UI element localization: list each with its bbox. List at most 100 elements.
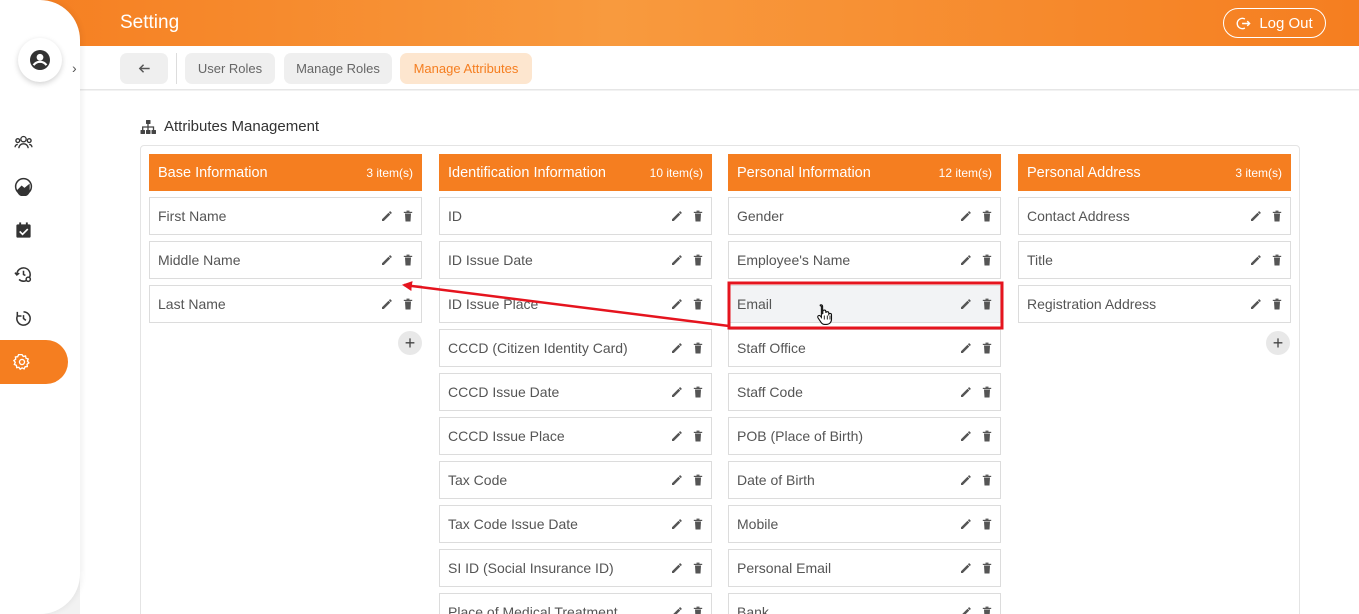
edit-icon[interactable] (960, 562, 972, 574)
attribute-item[interactable]: ID Issue Date (439, 241, 712, 279)
edit-icon[interactable] (960, 298, 972, 310)
edit-icon[interactable] (381, 298, 393, 310)
trash-icon[interactable] (692, 386, 704, 398)
attribute-item[interactable]: Last Name (149, 285, 422, 323)
nav-history-settings-icon[interactable] (12, 263, 34, 285)
attribute-item[interactable]: Staff Code (728, 373, 1001, 411)
edit-icon[interactable] (671, 518, 683, 530)
item-count: 10 item(s) (649, 165, 703, 180)
trash-icon[interactable] (402, 210, 414, 222)
trash-icon[interactable] (692, 342, 704, 354)
trash-icon[interactable] (981, 430, 993, 442)
trash-icon[interactable] (692, 562, 704, 574)
tab-manage-roles[interactable]: Manage Roles (284, 53, 392, 84)
trash-icon[interactable] (981, 342, 993, 354)
attribute-item[interactable]: Registration Address (1018, 285, 1291, 323)
trash-icon[interactable] (692, 518, 704, 530)
nav-users-icon[interactable] (12, 131, 34, 153)
edit-icon[interactable] (960, 386, 972, 398)
edit-icon[interactable] (960, 518, 972, 530)
add-attribute-button[interactable]: + (398, 331, 422, 355)
attribute-item[interactable]: Bank (728, 593, 1001, 614)
nav-clock-history-icon[interactable] (12, 307, 34, 329)
trash-icon[interactable] (1271, 298, 1283, 310)
trash-icon[interactable] (1271, 254, 1283, 266)
tab-user-roles[interactable]: User Roles (185, 53, 275, 84)
edit-icon[interactable] (381, 210, 393, 222)
attribute-item[interactable]: CCCD Issue Date (439, 373, 712, 411)
attribute-item[interactable]: Mobile (728, 505, 1001, 543)
user-circle-icon (30, 50, 50, 70)
edit-icon[interactable] (960, 474, 972, 486)
nav-settings-active[interactable] (0, 340, 68, 384)
edit-icon[interactable] (671, 562, 683, 574)
trash-icon[interactable] (981, 254, 993, 266)
edit-icon[interactable] (671, 386, 683, 398)
nav-dashboard-icon[interactable] (12, 175, 34, 197)
attribute-item[interactable]: First Name (149, 197, 422, 235)
edit-icon[interactable] (671, 210, 683, 222)
attribute-item[interactable]: Tax Code Issue Date (439, 505, 712, 543)
edit-icon[interactable] (960, 342, 972, 354)
trash-icon[interactable] (692, 298, 704, 310)
trash-icon[interactable] (402, 298, 414, 310)
edit-icon[interactable] (1250, 254, 1262, 266)
edit-icon[interactable] (960, 606, 972, 614)
edit-icon[interactable] (1250, 210, 1262, 222)
item-actions (671, 342, 704, 354)
trash-icon[interactable] (981, 210, 993, 222)
edit-icon[interactable] (671, 298, 683, 310)
item-actions (381, 298, 414, 310)
trash-icon[interactable] (981, 298, 993, 310)
nav-calendar-check-icon[interactable] (12, 219, 34, 241)
trash-icon[interactable] (981, 518, 993, 530)
trash-icon[interactable] (692, 474, 704, 486)
attribute-item[interactable]: CCCD Issue Place (439, 417, 712, 455)
attribute-item[interactable]: Middle Name (149, 241, 422, 279)
trash-icon[interactable] (402, 254, 414, 266)
edit-icon[interactable] (671, 430, 683, 442)
trash-icon[interactable] (692, 210, 704, 222)
logout-button[interactable]: Log Out (1223, 8, 1326, 38)
attribute-item[interactable]: Employee's Name (728, 241, 1001, 279)
attribute-item[interactable]: Date of Birth (728, 461, 1001, 499)
attribute-item[interactable]: Tax Code (439, 461, 712, 499)
edit-icon[interactable] (381, 254, 393, 266)
trash-icon[interactable] (981, 562, 993, 574)
tab-manage-attributes[interactable]: Manage Attributes (400, 53, 532, 84)
attribute-item[interactable]: CCCD (Citizen Identity Card) (439, 329, 712, 367)
trash-icon[interactable] (692, 430, 704, 442)
add-attribute-button[interactable]: + (1266, 331, 1290, 355)
edit-icon[interactable] (671, 474, 683, 486)
trash-icon[interactable] (981, 386, 993, 398)
edit-icon[interactable] (671, 606, 683, 614)
attribute-item[interactable]: Personal Email (728, 549, 1001, 587)
attribute-item[interactable]: Staff Office (728, 329, 1001, 367)
attribute-item[interactable]: Contact Address (1018, 197, 1291, 235)
back-button[interactable] (120, 53, 168, 84)
trash-icon[interactable] (981, 474, 993, 486)
edit-icon[interactable] (671, 254, 683, 266)
edit-icon[interactable] (960, 210, 972, 222)
attribute-label: Staff Code (737, 384, 803, 400)
edit-icon[interactable] (960, 430, 972, 442)
trash-icon[interactable] (692, 254, 704, 266)
edit-icon[interactable] (960, 254, 972, 266)
attribute-item[interactable]: Email (728, 285, 1001, 323)
trash-icon[interactable] (981, 606, 993, 614)
attribute-item[interactable]: ID (439, 197, 712, 235)
trash-icon[interactable] (692, 606, 704, 614)
attribute-item[interactable]: POB (Place of Birth) (728, 417, 1001, 455)
chevron-right-icon[interactable]: › (72, 60, 77, 76)
attribute-item[interactable]: Title (1018, 241, 1291, 279)
attribute-label: Title (1027, 252, 1053, 268)
attribute-item[interactable]: SI ID (Social Insurance ID) (439, 549, 712, 587)
edit-icon[interactable] (1250, 298, 1262, 310)
attribute-item[interactable]: Gender (728, 197, 1001, 235)
trash-icon[interactable] (1271, 210, 1283, 222)
edit-icon[interactable] (671, 342, 683, 354)
attribute-item[interactable]: ID Issue Place (439, 285, 712, 323)
avatar[interactable] (18, 38, 62, 82)
item-actions (960, 474, 993, 486)
attribute-item[interactable]: Place of Medical Treatment (439, 593, 712, 614)
